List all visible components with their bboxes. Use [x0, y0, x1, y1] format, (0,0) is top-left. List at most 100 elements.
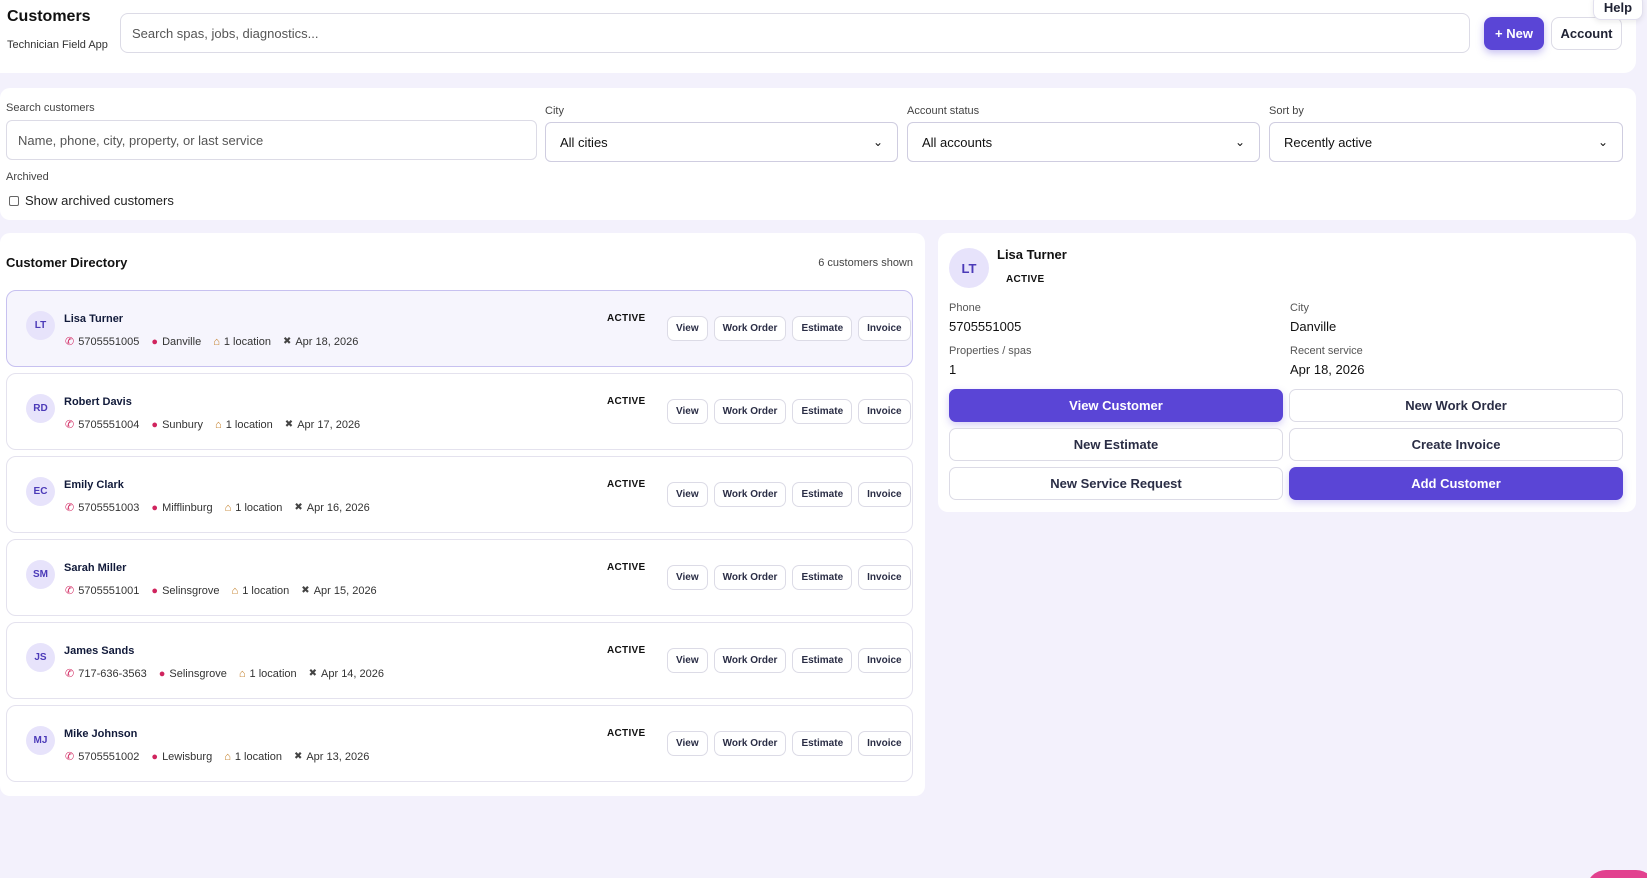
customer-search-input[interactable] — [6, 120, 537, 160]
customer-row[interactable]: EC Emily Clark ✆ 5705551003 ● Mifflinburg … — [6, 456, 913, 533]
estimate-button[interactable]: Estimate — [792, 565, 853, 590]
service-meta: ✖ Apr 14, 2026 — [309, 668, 384, 680]
new-work-order-button[interactable]: New Work Order — [1289, 389, 1623, 422]
properties-label: Properties / spas — [949, 345, 1032, 357]
page-title: Customers — [7, 8, 91, 25]
view-button[interactable]: View — [667, 399, 708, 424]
status-badge: ACTIVE — [1006, 274, 1045, 285]
archived-checkbox[interactable] — [9, 195, 19, 206]
customer-row[interactable]: MJ Mike Johnson ✆ 5705551002 ● Lewisburg ⌂… — [6, 705, 913, 782]
filters-panel: Search customers City All cities ⌄ Accou… — [0, 88, 1636, 220]
phone-text: 717-636-3563 — [78, 667, 147, 680]
tools-icon: ✖ — [301, 585, 310, 596]
service-meta: ✖ Apr 17, 2026 — [285, 419, 360, 431]
locations-text: 1 location — [223, 335, 271, 348]
city-label: City — [545, 105, 564, 117]
estimate-button[interactable]: Estimate — [792, 731, 853, 756]
locations-meta: ⌂ 1 location — [224, 751, 282, 763]
directory-title: Customer Directory — [6, 255, 128, 270]
phone-icon: ✆ — [65, 751, 75, 763]
view-button[interactable]: View — [667, 482, 708, 507]
phone-icon: ✆ — [65, 585, 75, 597]
work-order-button[interactable]: Work Order — [713, 399, 787, 424]
house-icon: ⌂ — [213, 335, 220, 348]
customer-name: Mike Johnson — [64, 728, 138, 740]
work-order-button[interactable]: Work Order — [713, 482, 787, 507]
city-text: Selinsgrove — [169, 667, 227, 680]
status-badge: ACTIVE — [607, 479, 646, 490]
customer-row[interactable]: SM Sarah Miller ✆ 5705551001 ● Selinsgrove… — [6, 539, 913, 616]
city-meta: ● Lewisburg — [151, 751, 212, 763]
last-service-text: Apr 15, 2026 — [313, 584, 377, 597]
city-select[interactable]: All cities ⌄ — [545, 122, 898, 162]
house-icon: ⌂ — [224, 750, 231, 763]
properties-value: 1 — [949, 362, 957, 377]
tools-icon: ✖ — [293, 751, 303, 762]
show-archived-toggle[interactable]: Show archived customers — [9, 193, 174, 208]
customer-row[interactable]: LT Lisa Turner ✆ 5705551005 ● Danville ⌂ 1 … — [6, 290, 913, 367]
row-actions: View Work Order Estimate Invoice — [667, 565, 911, 590]
row-actions: View Work Order Estimate Invoice — [667, 648, 911, 673]
new-estimate-button[interactable]: New Estimate — [949, 428, 1283, 461]
avatar: JS — [26, 643, 55, 672]
invoice-button[interactable]: Invoice — [858, 565, 911, 590]
invoice-button[interactable]: Invoice — [858, 648, 911, 673]
city-text: Mifflinburg — [162, 501, 213, 514]
customer-row[interactable]: RD Robert Davis ✆ 5705551004 ● Sunbury ⌂ 1 … — [6, 373, 913, 450]
invoice-button[interactable]: Invoice — [858, 731, 911, 756]
phone-meta: ✆ 5705551004 — [65, 418, 139, 432]
detail-customer-name: Lisa Turner — [997, 247, 1067, 262]
phone-text: 5705551003 — [78, 501, 140, 514]
row-actions: View Work Order Estimate Invoice — [667, 731, 911, 756]
house-icon: ⌂ — [215, 418, 222, 431]
city-meta: ● Selinsgrove — [159, 668, 227, 680]
work-order-button[interactable]: Work Order — [713, 648, 787, 673]
estimate-button[interactable]: Estimate — [792, 399, 853, 424]
customer-name: Sarah Miller — [64, 562, 127, 574]
customer-name: James Sands — [64, 645, 135, 657]
locations-text: 1 location — [235, 501, 283, 514]
house-icon: ⌂ — [238, 667, 246, 680]
customer-list: LT Lisa Turner ✆ 5705551005 ● Danville ⌂ 1 … — [6, 290, 913, 788]
avatar: RD — [26, 394, 55, 423]
customer-row[interactable]: JS James Sands ✆ 717-636-3563 ● Selinsgrov… — [6, 622, 913, 699]
create-invoice-button[interactable]: Create Invoice — [1289, 428, 1623, 461]
floating-action-button[interactable] — [1586, 870, 1647, 878]
top-bar: Customers Technician Field App + New Acc… — [0, 0, 1636, 73]
estimate-button[interactable]: Estimate — [792, 482, 853, 507]
phone-text: 5705551005 — [78, 335, 140, 348]
sort-select[interactable]: Recently active ⌄ — [1269, 122, 1623, 162]
phone-icon: ✆ — [65, 419, 75, 431]
phone-meta: ✆ 5705551002 — [65, 750, 139, 764]
work-order-button[interactable]: Work Order — [713, 731, 787, 756]
new-service-request-button[interactable]: New Service Request — [949, 467, 1283, 500]
last-service-text: Apr 16, 2026 — [306, 501, 370, 514]
customer-directory: Customer Directory 6 customers shown LT … — [0, 233, 925, 796]
estimate-button[interactable]: Estimate — [792, 316, 853, 341]
customer-meta: ✆ 717-636-3563 ● Selinsgrove ⌂ 1 location ✖… — [65, 667, 396, 681]
locations-meta: ⌂ 1 location — [215, 419, 273, 431]
view-button[interactable]: View — [667, 316, 708, 341]
status-label: Account status — [907, 105, 980, 117]
last-service-text: Apr 13, 2026 — [306, 750, 370, 763]
avatar: MJ — [26, 726, 55, 755]
invoice-button[interactable]: Invoice — [858, 482, 911, 507]
phone-icon: ✆ — [65, 502, 75, 514]
new-button[interactable]: + New — [1484, 17, 1544, 50]
add-customer-button[interactable]: Add Customer — [1289, 467, 1623, 500]
estimate-button[interactable]: Estimate — [792, 648, 853, 673]
view-button[interactable]: View — [667, 565, 708, 590]
invoice-button[interactable]: Invoice — [858, 316, 911, 341]
last-service-text: Apr 17, 2026 — [297, 418, 361, 431]
status-select[interactable]: All accounts ⌄ — [907, 122, 1260, 162]
view-button[interactable]: View — [667, 648, 708, 673]
help-button[interactable]: Help — [1593, 0, 1643, 20]
work-order-button[interactable]: Work Order — [713, 316, 787, 341]
global-search-input[interactable] — [120, 13, 1470, 53]
account-button[interactable]: Account — [1551, 17, 1622, 50]
work-order-button[interactable]: Work Order — [713, 565, 787, 590]
view-button[interactable]: View — [667, 731, 708, 756]
invoice-button[interactable]: Invoice — [858, 399, 911, 424]
avatar: LT — [26, 311, 55, 340]
view-customer-button[interactable]: View Customer — [949, 389, 1283, 422]
